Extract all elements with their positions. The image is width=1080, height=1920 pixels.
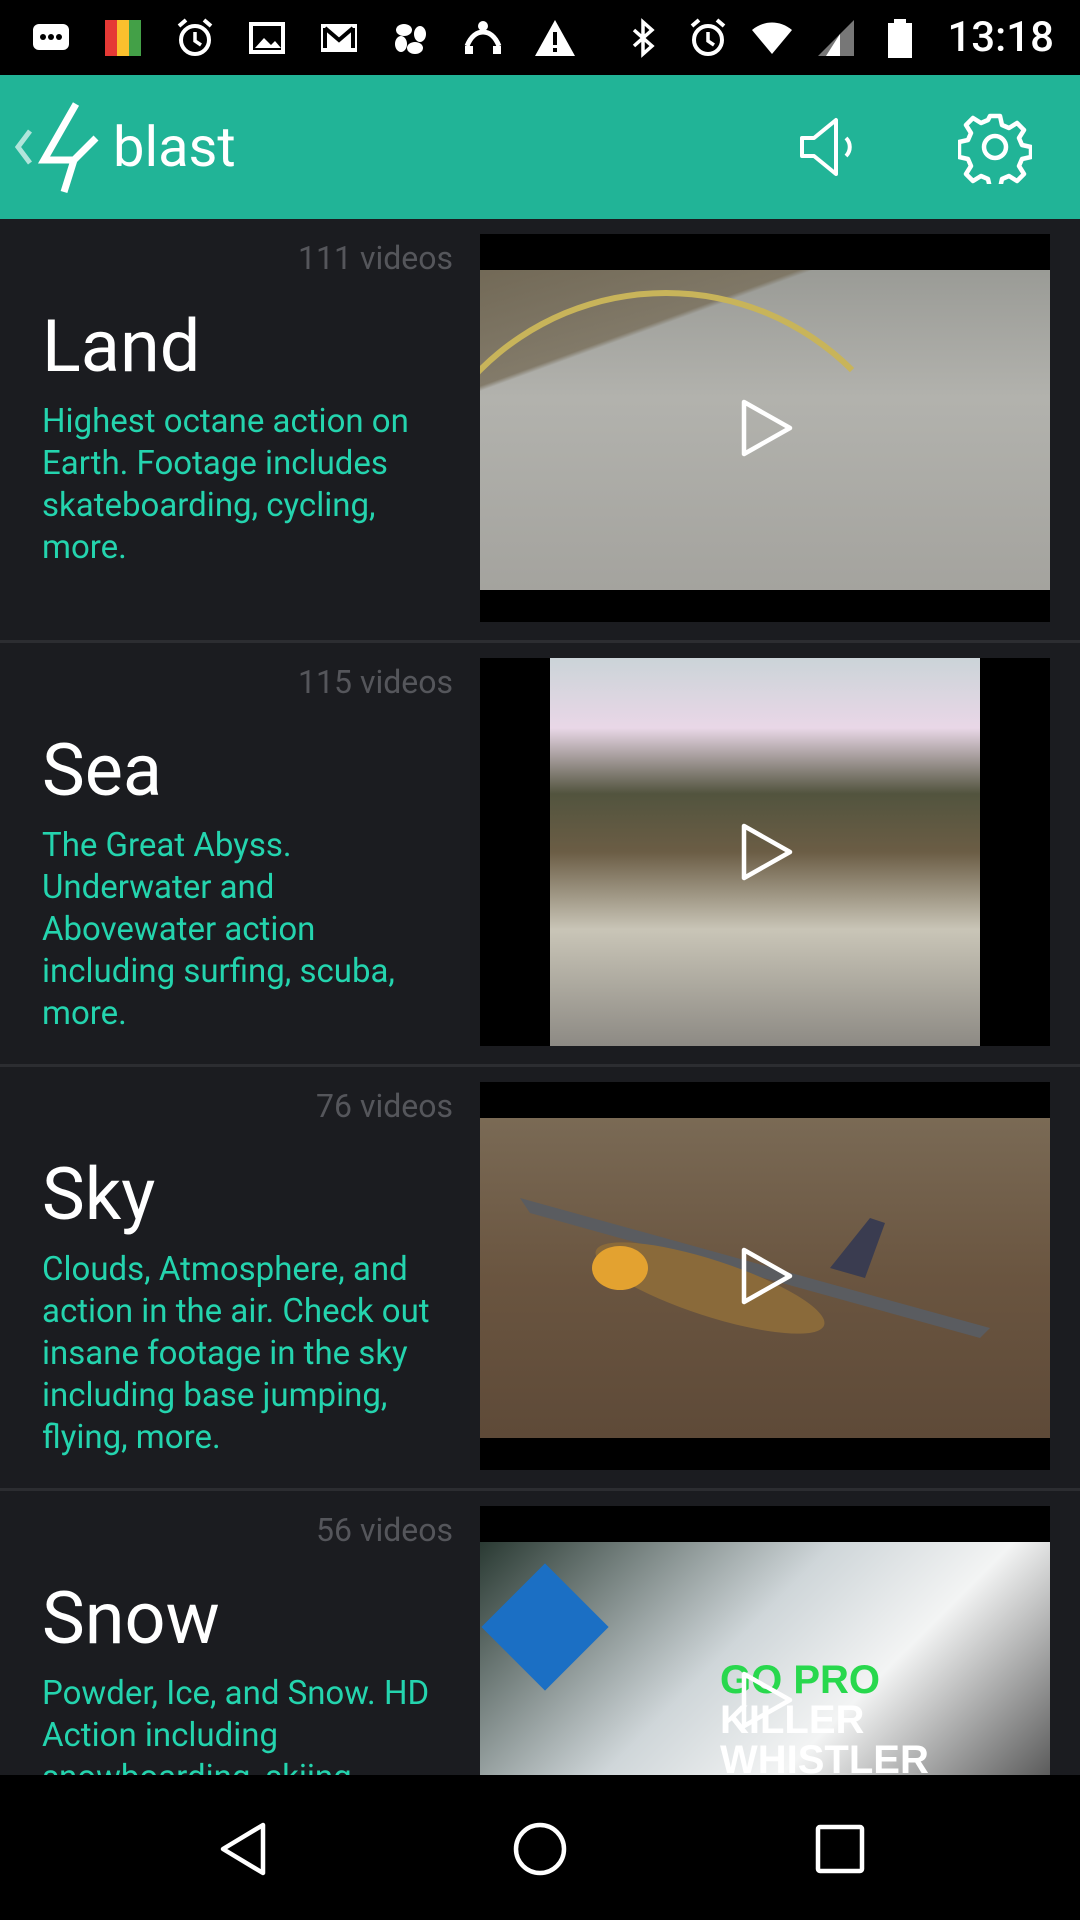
category-row-snow[interactable]: 56 videos Snow Powder, Ice, and Snow. HD…: [0, 1491, 1080, 1775]
back-icon[interactable]: [215, 1821, 271, 1877]
channel-logo: [481, 1563, 609, 1691]
cell-signal-icon: [813, 15, 859, 61]
video-thumbnail[interactable]: [480, 234, 1050, 622]
video-count: 115 videos: [298, 663, 453, 701]
wifi-icon: [749, 15, 795, 61]
home-icon[interactable]: [512, 1821, 568, 1877]
play-icon[interactable]: [738, 1670, 796, 1730]
play-icon[interactable]: [738, 822, 796, 882]
app-bar: blast: [0, 75, 1080, 219]
warning-icon: [532, 15, 578, 61]
settings-icon[interactable]: [958, 110, 1032, 184]
bluetooth-icon: [621, 15, 667, 61]
category-list[interactable]: 111 videos Land Highest octane action on…: [0, 219, 1080, 1775]
category-title: Sky: [42, 1152, 156, 1237]
vpn-icon: [460, 15, 506, 61]
category-title: Snow: [42, 1576, 220, 1661]
alarm-icon: [685, 15, 731, 61]
category-description: Highest octane action on Earth. Footage …: [42, 402, 409, 567]
clock: 13:18: [947, 13, 1054, 62]
system-icons: 13:18: [621, 13, 1080, 62]
gmail-icon: [316, 15, 362, 61]
status-bar: 13:18: [0, 0, 1080, 75]
image-icon: [244, 15, 290, 61]
play-icon[interactable]: [738, 1246, 796, 1306]
up-chevron-icon[interactable]: [12, 127, 34, 167]
app-title: blast: [113, 114, 236, 180]
recents-icon[interactable]: [812, 1821, 868, 1877]
thumbnail-image: GO PRO KILLER WHISTLER: [480, 1542, 1050, 1775]
video-count: 76 videos: [316, 1087, 453, 1125]
volume-icon[interactable]: [796, 114, 862, 180]
video-count: 111 videos: [298, 239, 453, 277]
navigation-bar: [0, 1775, 1080, 1920]
battery-icon: [877, 15, 923, 61]
chat-icon: [28, 15, 74, 61]
video-count: 56 videos: [316, 1511, 453, 1549]
category-title: Sea: [42, 728, 163, 813]
notification-icons: [0, 15, 578, 61]
category-description: The Great Abyss. Underwater and Abovewat…: [42, 826, 395, 1033]
video-thumbnail[interactable]: [480, 1082, 1050, 1470]
play-icon[interactable]: [738, 398, 796, 458]
category-description: Powder, Ice, and Snow. HD Action includi…: [42, 1674, 430, 1775]
video-thumbnail[interactable]: GO PRO KILLER WHISTLER: [480, 1506, 1050, 1775]
category-row-sky[interactable]: 76 videos Sky Clouds, Atmosphere, and ac…: [0, 1067, 1080, 1491]
avg-antivirus-icon: [100, 15, 146, 61]
category-title: Land: [42, 304, 201, 389]
pinwheel-icon: [388, 15, 434, 61]
blast-logo-icon[interactable]: [36, 100, 104, 196]
category-description: Clouds, Atmosphere, and action in the ai…: [42, 1250, 430, 1457]
category-row-sea[interactable]: 115 videos Sea The Great Abyss. Underwat…: [0, 643, 1080, 1067]
alarm-icon: [172, 15, 218, 61]
video-thumbnail[interactable]: [480, 658, 1050, 1046]
category-row-land[interactable]: 111 videos Land Highest octane action on…: [0, 219, 1080, 643]
